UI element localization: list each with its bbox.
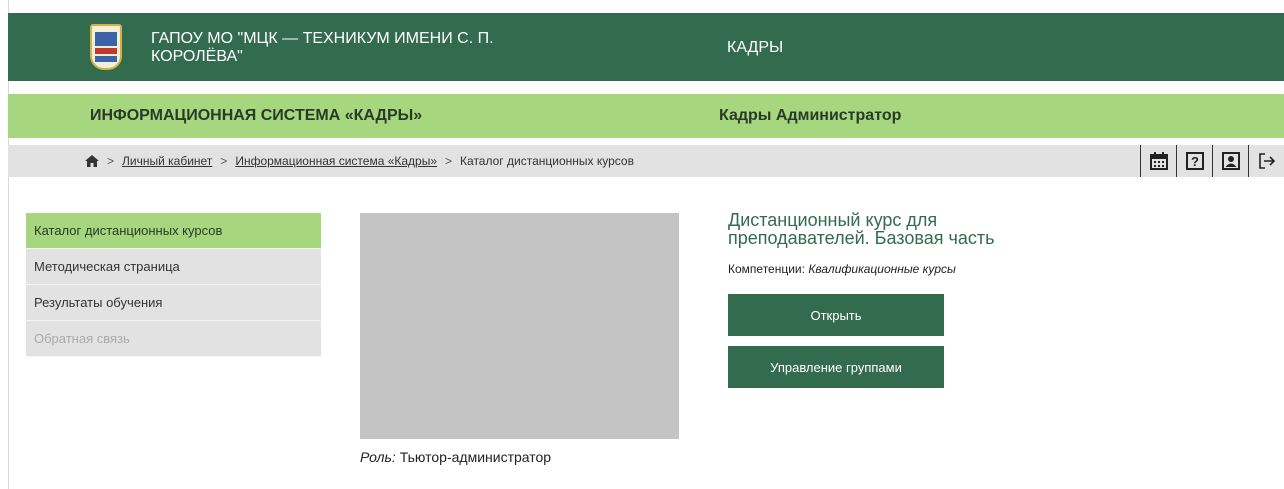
help-icon: ?	[1185, 152, 1204, 170]
sidebar-item-results[interactable]: Результаты обучения	[26, 285, 321, 321]
logout-button[interactable]	[1248, 145, 1284, 177]
breadcrumb-link-system[interactable]: Информационная система «Кадры»	[235, 154, 437, 168]
role-value: Тьютор-администратор	[399, 449, 552, 465]
svg-text:?: ?	[1191, 154, 1199, 169]
manage-groups-button[interactable]: Управление группами	[728, 346, 944, 388]
user-role-line: Роль: Тьютор-администратор	[360, 449, 551, 465]
profile-button[interactable]	[1212, 145, 1248, 177]
competence-label: Компетенции:	[728, 262, 805, 276]
course-title: Дистанционный курс для преподавателей. Б…	[728, 210, 995, 248]
section-name: КАДРЫ	[727, 39, 784, 56]
sidebar-menu: Каталог дистанционных курсов Методическа…	[26, 213, 321, 357]
breadcrumb-current: Каталог дистанционных курсов	[460, 154, 634, 168]
course-image-placeholder	[360, 213, 679, 439]
chevron-right-icon: >	[220, 154, 228, 168]
competence-line: Компетенции: Квалификационные курсы	[728, 262, 956, 276]
sidebar-item-catalog[interactable]: Каталог дистанционных курсов	[26, 213, 321, 249]
sidebar-item-methodical[interactable]: Методическая страница	[26, 249, 321, 285]
sidebar-item-feedback: Обратная связь	[26, 321, 321, 357]
system-header: ИНФОРМАЦИОННАЯ СИСТЕМА «КАДРЫ» Кадры Адм…	[8, 94, 1284, 138]
profile-icon	[1221, 152, 1240, 170]
toolbar: ?	[1140, 145, 1284, 177]
open-course-button[interactable]: Открыть	[728, 294, 944, 336]
calendar-icon	[1149, 152, 1168, 170]
system-title: ИНФОРМАЦИОННАЯ СИСТЕМА «КАДРЫ»	[90, 107, 423, 124]
breadcrumb: > Личный кабинет > Информационная систем…	[85, 154, 634, 168]
competence-value: Квалификационные курсы	[808, 262, 956, 276]
home-icon[interactable]	[85, 155, 99, 167]
chevron-right-icon: >	[445, 154, 453, 168]
breadcrumb-link-cabinet[interactable]: Личный кабинет	[122, 154, 212, 168]
calendar-button[interactable]	[1140, 145, 1176, 177]
org-logo-icon[interactable]	[90, 24, 122, 70]
logout-icon	[1258, 153, 1275, 169]
user-role: Кадры Администратор	[719, 107, 902, 124]
breadcrumb-bar: > Личный кабинет > Информационная систем…	[8, 145, 1284, 177]
org-name[interactable]: ГАПОУ МО "МЦК — ТЕХНИКУМ ИМЕНИ С. П. КОР…	[151, 30, 551, 66]
help-button[interactable]: ?	[1176, 145, 1212, 177]
role-label: Роль:	[360, 449, 396, 465]
top-header: ГАПОУ МО "МЦК — ТЕХНИКУМ ИМЕНИ С. П. КОР…	[8, 13, 1284, 81]
page: ГАПОУ МО "МЦК — ТЕХНИКУМ ИМЕНИ С. П. КОР…	[0, 0, 1284, 489]
chevron-right-icon: >	[107, 154, 115, 168]
